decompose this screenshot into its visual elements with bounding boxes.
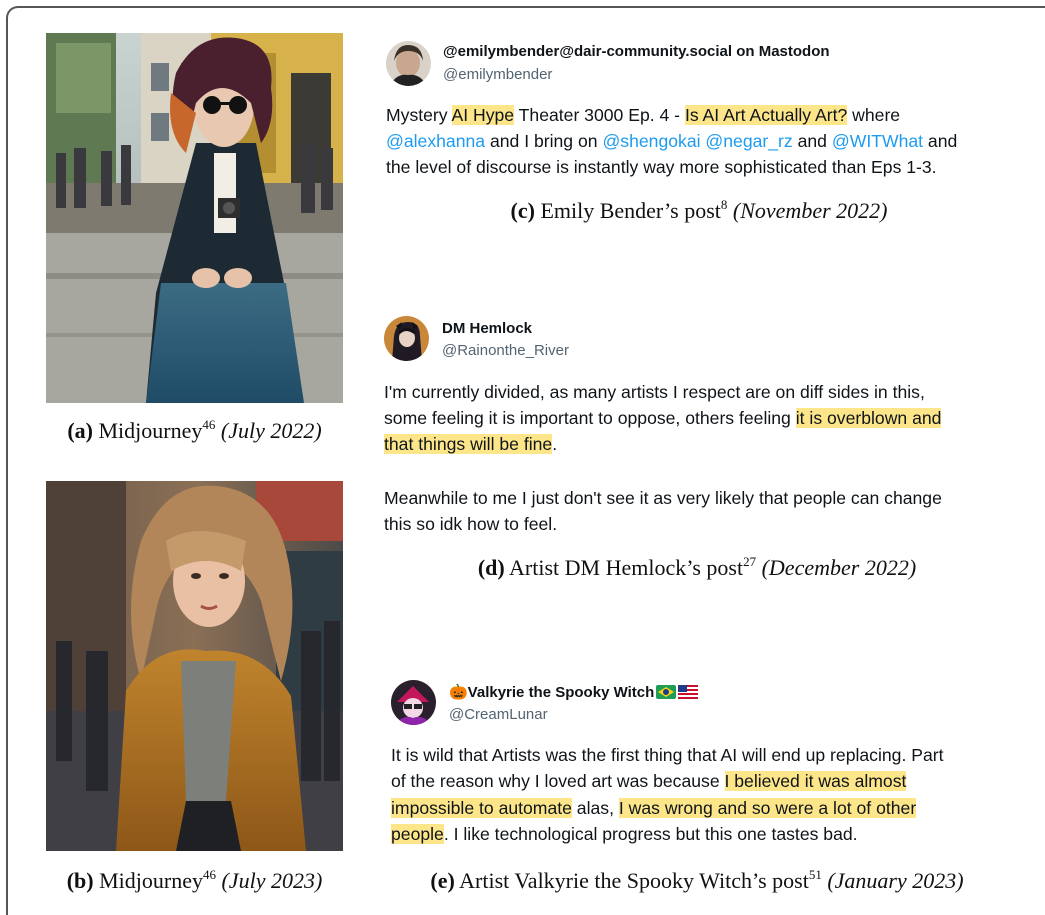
mention-link[interactable]: @shengokai bbox=[602, 131, 700, 151]
avatar-valkyrie[interactable] bbox=[391, 680, 436, 725]
display-name[interactable]: 🎃Valkyrie the Spooky Witch bbox=[449, 683, 699, 703]
text: where bbox=[847, 105, 901, 125]
caption-d: (d) Artist DM Hemlock’s post27 (December… bbox=[384, 555, 1010, 581]
text: and bbox=[923, 131, 958, 151]
caption-c: (c) Emily Bender’s post8 (November 2022) bbox=[386, 198, 1012, 224]
brazil-flag-icon bbox=[656, 685, 677, 703]
caption-title: Artist Valkyrie the Spooky Witch’s post bbox=[459, 868, 809, 893]
highlight: I believed it was almost bbox=[724, 771, 907, 791]
display-name[interactable]: DM Hemlock bbox=[442, 320, 532, 337]
photo-b-midjourney-2023 bbox=[46, 481, 343, 851]
highlight: I was wrong and so were a lot of other bbox=[618, 798, 917, 818]
text: . I like technological progress but this… bbox=[443, 824, 858, 844]
post-e-line-2: of the reason why I loved art was becaus… bbox=[391, 768, 907, 794]
text: . bbox=[552, 434, 558, 454]
avatar-dm-hemlock[interactable] bbox=[384, 316, 429, 361]
post-c-line-2: @alexhanna and I bring on @shengokai @ne… bbox=[386, 128, 957, 154]
caption-date: (December 2022) bbox=[761, 555, 917, 580]
caption-title: Artist DM Hemlock’s post bbox=[509, 555, 744, 580]
post-d-line-5: this so idk how to feel. bbox=[384, 514, 558, 534]
caption-ref: 8 bbox=[720, 197, 728, 212]
text: Mystery bbox=[386, 105, 452, 125]
user-handle[interactable]: @emilymbender bbox=[443, 66, 552, 83]
user-handle[interactable]: @Rainonthe_River bbox=[442, 342, 569, 359]
text: of the reason why I loved art was becaus… bbox=[391, 771, 725, 791]
text: and I bring on bbox=[485, 131, 603, 151]
caption-ref: 46 bbox=[202, 867, 216, 882]
caption-ref: 51 bbox=[808, 867, 822, 882]
caption-date: (July 2022) bbox=[220, 418, 322, 443]
post-d-line-1: I'm currently divided, as many artists I… bbox=[384, 382, 925, 402]
photo-a-midjourney-2022 bbox=[46, 33, 343, 403]
caption-title: Midjourney bbox=[98, 418, 203, 443]
caption-title: Emily Bender’s post bbox=[540, 198, 721, 223]
mention-link[interactable]: @WITWhat bbox=[832, 131, 923, 151]
caption-date: (July 2023) bbox=[221, 868, 323, 893]
usa-flag-icon bbox=[678, 685, 699, 703]
caption-e: (e) Artist Valkyrie the Spooky Witch’s p… bbox=[391, 868, 1003, 894]
text: some feeling it is important to oppose, … bbox=[384, 408, 796, 428]
post-e-line-1: It is wild that Artists was the first th… bbox=[391, 745, 944, 765]
highlight: it is overblown and bbox=[795, 408, 942, 428]
caption-ref: 46 bbox=[202, 417, 216, 432]
post-c-line-3: the level of discourse is instantly way … bbox=[386, 157, 937, 177]
highlight: impossible to automate bbox=[391, 798, 572, 818]
highlight: Is AI Art Actually Art? bbox=[684, 105, 848, 125]
caption-date: (November 2022) bbox=[732, 198, 888, 223]
caption-label: (e) bbox=[430, 868, 455, 893]
post-c-line-1: Mystery AI Hype Theater 3000 Ep. 4 - Is … bbox=[386, 102, 900, 128]
post-d-line-2: some feeling it is important to oppose, … bbox=[384, 405, 942, 431]
caption-label: (d) bbox=[477, 555, 505, 580]
caption-ref: 27 bbox=[743, 554, 757, 569]
caption-b: (b) Midjourney46 (July 2023) bbox=[52, 868, 337, 894]
caption-label: (a) bbox=[67, 418, 93, 443]
mention-link[interactable]: @negar_rz bbox=[705, 131, 792, 151]
text: alas, bbox=[571, 798, 619, 818]
user-handle[interactable]: @CreamLunar bbox=[449, 706, 548, 723]
caption-label: (b) bbox=[66, 868, 94, 893]
post-d-line-4: Meanwhile to me I just don't see it as v… bbox=[384, 488, 942, 508]
post-e-line-3: impossible to automate alas, I was wrong… bbox=[391, 795, 917, 821]
caption-label: (c) bbox=[510, 198, 535, 223]
text: and bbox=[792, 131, 832, 151]
caption-date: (January 2023) bbox=[827, 868, 964, 893]
avatar-emily-bender[interactable] bbox=[386, 41, 431, 86]
post-e-line-4: people. I like technological progress bu… bbox=[391, 821, 858, 847]
highlight: that things will be fine bbox=[384, 434, 553, 454]
caption-title: Midjourney bbox=[99, 868, 203, 893]
text: Theater 3000 Ep. 4 - bbox=[514, 105, 685, 125]
caption-a: (a) Midjourney46 (July 2022) bbox=[52, 418, 337, 444]
display-name-text: 🎃Valkyrie the Spooky Witch bbox=[449, 684, 655, 701]
highlight: people bbox=[391, 824, 444, 844]
highlight: AI Hype bbox=[451, 105, 515, 125]
display-name[interactable]: @emilymbender@dair-community.social on M… bbox=[443, 43, 830, 60]
post-d-line-3: that things will be fine. bbox=[384, 431, 557, 457]
mention-link[interactable]: @alexhanna bbox=[386, 131, 485, 151]
